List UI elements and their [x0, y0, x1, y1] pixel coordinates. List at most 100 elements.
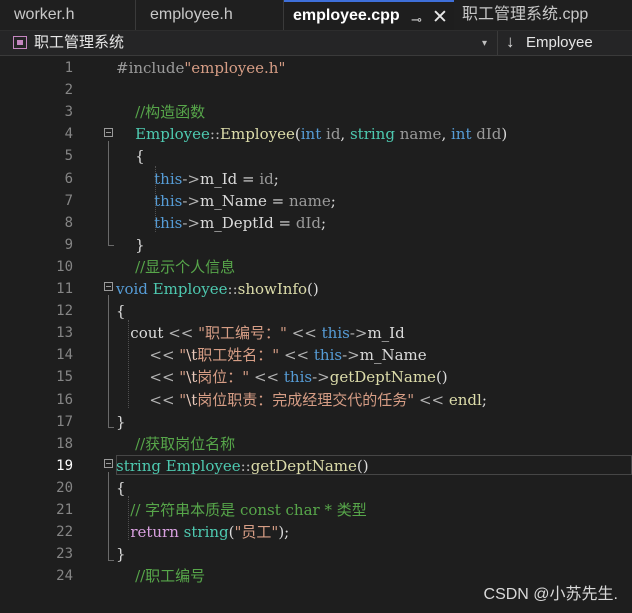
code-token: ;: [481, 390, 487, 409]
code-line[interactable]: 17}: [0, 411, 632, 433]
code-token: 岗位：": [197, 368, 250, 387]
member-dropdown[interactable]: Employee: [526, 33, 593, 53]
code-token: id: [259, 169, 274, 188]
code-line[interactable]: 2: [0, 79, 632, 101]
indent-guide: [155, 166, 156, 232]
code-token: ::: [209, 125, 221, 144]
code-line[interactable]: 7 this->m_Name = name;: [0, 190, 632, 212]
line-number: 12: [56, 303, 73, 320]
code-line[interactable]: 14 << "\t职工姓名：" << this->m_Name: [0, 344, 632, 366]
line-number: 18: [56, 435, 73, 452]
code-line[interactable]: 21 // 字符串本质是 const char * 类型: [0, 499, 632, 521]
line-number: 3: [64, 104, 73, 121]
code-line[interactable]: 23}: [0, 543, 632, 565]
code-text: }: [116, 411, 126, 433]
code-token: this: [154, 169, 183, 188]
line-number: 9: [64, 236, 73, 253]
tab-label: worker.h: [14, 6, 75, 23]
code-token: m_Id: [199, 169, 238, 188]
code-text: cout << "职工编号：" << this->m_Id: [116, 322, 405, 344]
code-text: {: [116, 300, 126, 322]
code-line[interactable]: 6 this->m_Id = id;: [0, 168, 632, 190]
fold-outline-end: [108, 560, 114, 561]
code-token: }: [116, 235, 145, 254]
tab-employee-h[interactable]: employee.h: [136, 0, 284, 30]
code-token: void: [116, 280, 148, 298]
code-text: << "\t岗位职责：完成经理交代的任务" << endl;: [116, 389, 487, 411]
code-text: {: [116, 477, 126, 499]
line-number: 7: [64, 192, 73, 209]
code-token: cout: [116, 324, 164, 343]
code-text: //显示个人信息: [116, 256, 235, 278]
code-line[interactable]: 12 {: [0, 300, 632, 322]
chevron-down-icon[interactable]: ▾: [482, 38, 487, 49]
close-icon[interactable]: ✕: [432, 4, 448, 30]
code-token: Employee: [152, 280, 228, 298]
code-line[interactable]: 11 void Employee::showInfo(): [0, 278, 632, 300]
code-line[interactable]: 22 return string("员工");: [0, 521, 632, 543]
fold-outline: [108, 472, 109, 560]
code-token: this: [321, 324, 350, 343]
code-token: dId: [476, 125, 502, 144]
code-token: ->: [342, 346, 360, 365]
code-text: << "\t岗位：" << this->getDeptName(): [116, 366, 447, 388]
tab-employee-cpp[interactable]: employee.cpp ⊸ ✕: [284, 0, 454, 30]
code-token: string: [183, 523, 229, 542]
line-number: 6: [64, 170, 73, 187]
code-token: getDeptName: [250, 456, 357, 475]
code-line[interactable]: 13 cout << "职工编号：" << this->m_Id: [0, 322, 632, 344]
fold-toggle[interactable]: [104, 128, 113, 137]
code-text: this->m_Id = id;: [116, 168, 279, 190]
tab-worker-h[interactable]: worker.h: [0, 0, 136, 30]
code-token: {: [116, 147, 145, 166]
code-token: m_Name: [359, 346, 427, 365]
code-line[interactable]: 9 }: [0, 234, 632, 256]
code-line[interactable]: 3 //构造函数: [0, 101, 632, 123]
code-line[interactable]: 1 #include"employee.h": [0, 57, 632, 79]
code-line[interactable]: 19 string Employee::getDeptName(): [0, 454, 632, 477]
code-token: (): [356, 456, 369, 475]
code-line[interactable]: 4 Employee::Employee(int id, string name…: [0, 123, 632, 145]
code-token: ->: [312, 368, 330, 387]
code-editor[interactable]: 24 //职工编号 23} 22 return string("员工"); 21 //…: [0, 56, 632, 613]
pin-icon[interactable]: ⊸: [411, 6, 422, 30]
line-number: 23: [56, 546, 73, 563]
code-line[interactable]: 10 //显示个人信息: [0, 256, 632, 278]
code-line[interactable]: 15 << "\t岗位：" << this->getDeptName(): [0, 366, 632, 388]
line-number: 16: [56, 391, 73, 408]
code-token: \t: [186, 368, 198, 387]
code-token: m_Id: [367, 324, 405, 343]
code-token: <<: [163, 324, 199, 343]
fold-toggle[interactable]: [104, 282, 113, 291]
code-token: {: [116, 302, 126, 321]
code-token: this: [283, 368, 313, 387]
code-token: "员工": [234, 523, 279, 542]
code-text: {: [116, 145, 145, 167]
fold-toggle[interactable]: [104, 459, 113, 468]
code-line[interactable]: 8 this->m_DeptId = dId;: [0, 212, 632, 234]
tab-main-cpp[interactable]: 职工管理系统.cpp: [454, 0, 632, 30]
code-token: Employee: [165, 456, 241, 475]
code-line[interactable]: 5 {: [0, 145, 632, 167]
line-number: 4: [64, 126, 73, 143]
code-token: name: [289, 191, 331, 210]
code-token: int: [300, 125, 322, 144]
code-text: //职工编号: [116, 565, 205, 587]
code-token: this: [313, 346, 343, 365]
indent-guide: [128, 496, 129, 540]
code-token: dId: [295, 213, 322, 232]
code-line[interactable]: 16 << "\t岗位职责：完成经理交代的任务" << endl;: [0, 389, 632, 411]
line-number: 22: [56, 524, 73, 541]
tab-label: employee.h: [150, 6, 233, 23]
watermark: CSDN @小苏先生.: [483, 586, 618, 603]
code-token: <<: [249, 368, 284, 387]
code-line[interactable]: 18 //获取岗位名称: [0, 433, 632, 455]
code-token: {: [116, 478, 126, 497]
code-text: string Employee::getDeptName(): [116, 455, 369, 477]
project-dropdown[interactable]: 职工管理系统: [34, 33, 124, 53]
code-line[interactable]: 20 {: [0, 477, 632, 499]
code-token: "employee.h": [184, 59, 286, 77]
line-number: 1: [64, 60, 73, 76]
